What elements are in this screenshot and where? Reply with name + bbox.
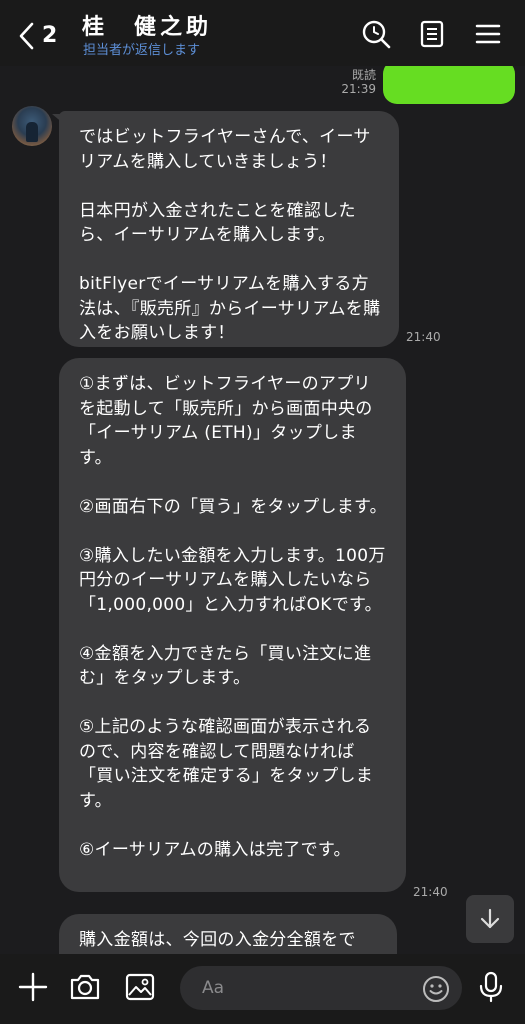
avatar[interactable] [12,106,52,146]
plus-icon [18,972,48,1002]
read-receipt: 既読 [351,68,376,82]
notes-button[interactable] [416,18,448,50]
chat-title: 桂 健之助 [82,15,213,40]
image-button[interactable] [123,970,157,1004]
message-bubble[interactable]: ではビットフライヤーさんで、イーサリアムを購入していきましょう！ 日本円が入金さ… [59,111,399,347]
notes-icon [420,20,444,48]
microphone-icon [479,971,503,1003]
image-icon [125,973,155,1001]
sent-message-bubble[interactable] [383,66,515,104]
emoji-icon [423,976,449,1002]
search-icon [362,20,391,49]
scroll-to-bottom-button[interactable] [466,895,514,943]
menu-icon [475,24,501,44]
back-button[interactable]: 2 [14,18,72,54]
search-button[interactable] [360,18,392,50]
chat-header: 2 桂 健之助 担当者が返信します [0,0,525,66]
message-time: 21:40 [413,885,448,899]
message-input[interactable] [180,966,462,1010]
chat-subtitle: 担当者が返信します [83,43,201,58]
unread-count: 2 [42,23,58,48]
arrow-down-icon [480,908,500,929]
camera-icon [70,974,100,1000]
chat-area[interactable]: 既読 21:39 ではビットフライヤーさんで、イーサリアムを購入していきましょう… [0,66,525,954]
message-composer [0,954,525,1024]
camera-button[interactable] [68,970,102,1004]
voice-button[interactable] [474,970,508,1004]
emoji-button[interactable] [421,974,451,1004]
message-bubble[interactable]: 購入金額は、今回の入金分全額をで [59,914,397,954]
sent-message-time: 21:39 [341,82,376,96]
message-time: 21:40 [406,330,441,344]
add-button[interactable] [16,970,50,1004]
menu-button[interactable] [472,18,504,50]
message-bubble[interactable]: ①まずは、ビットフライヤーのアプリを起動して「販売所」から画面中央の「イーサリア… [59,358,406,892]
chevron-left-icon [19,22,34,50]
